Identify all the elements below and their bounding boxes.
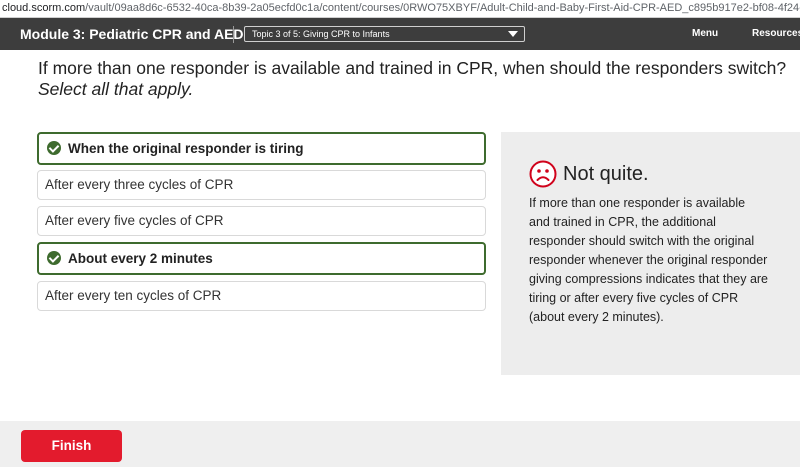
answer-option[interactable]: After every three cycles of CPR [37, 170, 486, 200]
feedback-panel: Not quite. If more than one responder is… [501, 132, 800, 375]
header-divider [233, 26, 234, 43]
answer-option-label: After every ten cycles of CPR [45, 288, 222, 303]
question-text: If more than one responder is available … [38, 58, 787, 78]
resources-link[interactable]: Resources [752, 18, 800, 50]
url-host: cloud.scorm.com [2, 2, 86, 14]
answer-option-selected[interactable]: About every 2 minutes [37, 242, 486, 275]
topic-select-value: Topic 3 of 5: Giving CPR to Infants [252, 29, 390, 39]
answer-option-label: After every three cycles of CPR [45, 177, 234, 192]
question-prompt: If more than one responder is available … [38, 58, 788, 100]
check-circle-icon [47, 141, 61, 155]
question-instruction: Select all that apply. [38, 79, 194, 99]
answer-option-label: When the original responder is tiring [68, 141, 304, 156]
footer-bar: Finish [0, 421, 800, 467]
url-path: /vault/09aa8d6c-6532-40ca-8b39-2a05ecfd0… [85, 2, 800, 14]
answer-option-selected[interactable]: When the original responder is tiring [37, 132, 486, 165]
finish-button[interactable]: Finish [21, 430, 122, 462]
answer-option[interactable]: After every ten cycles of CPR [37, 281, 486, 311]
feedback-title: Not quite. [563, 162, 649, 185]
feedback-body: If more than one responder is available … [529, 196, 769, 324]
topic-select[interactable]: Topic 3 of 5: Giving CPR to Infants [244, 26, 525, 42]
answer-option[interactable]: After every five cycles of CPR [37, 206, 486, 236]
answer-option-label: After every five cycles of CPR [45, 213, 224, 228]
course-header: Module 3: Pediatric CPR and AED Topic 3 … [0, 18, 800, 50]
feedback-header: Not quite. [529, 160, 649, 188]
check-circle-icon [47, 251, 61, 265]
module-title: Module 3: Pediatric CPR and AED [20, 26, 244, 42]
menu-link[interactable]: Menu [692, 18, 718, 50]
answer-option-label: About every 2 minutes [68, 251, 213, 266]
sad-face-icon [529, 160, 557, 188]
browser-address-bar[interactable]: cloud.scorm.com/vault/09aa8d6c-6532-40ca… [0, 0, 800, 18]
chevron-down-icon [508, 31, 518, 37]
